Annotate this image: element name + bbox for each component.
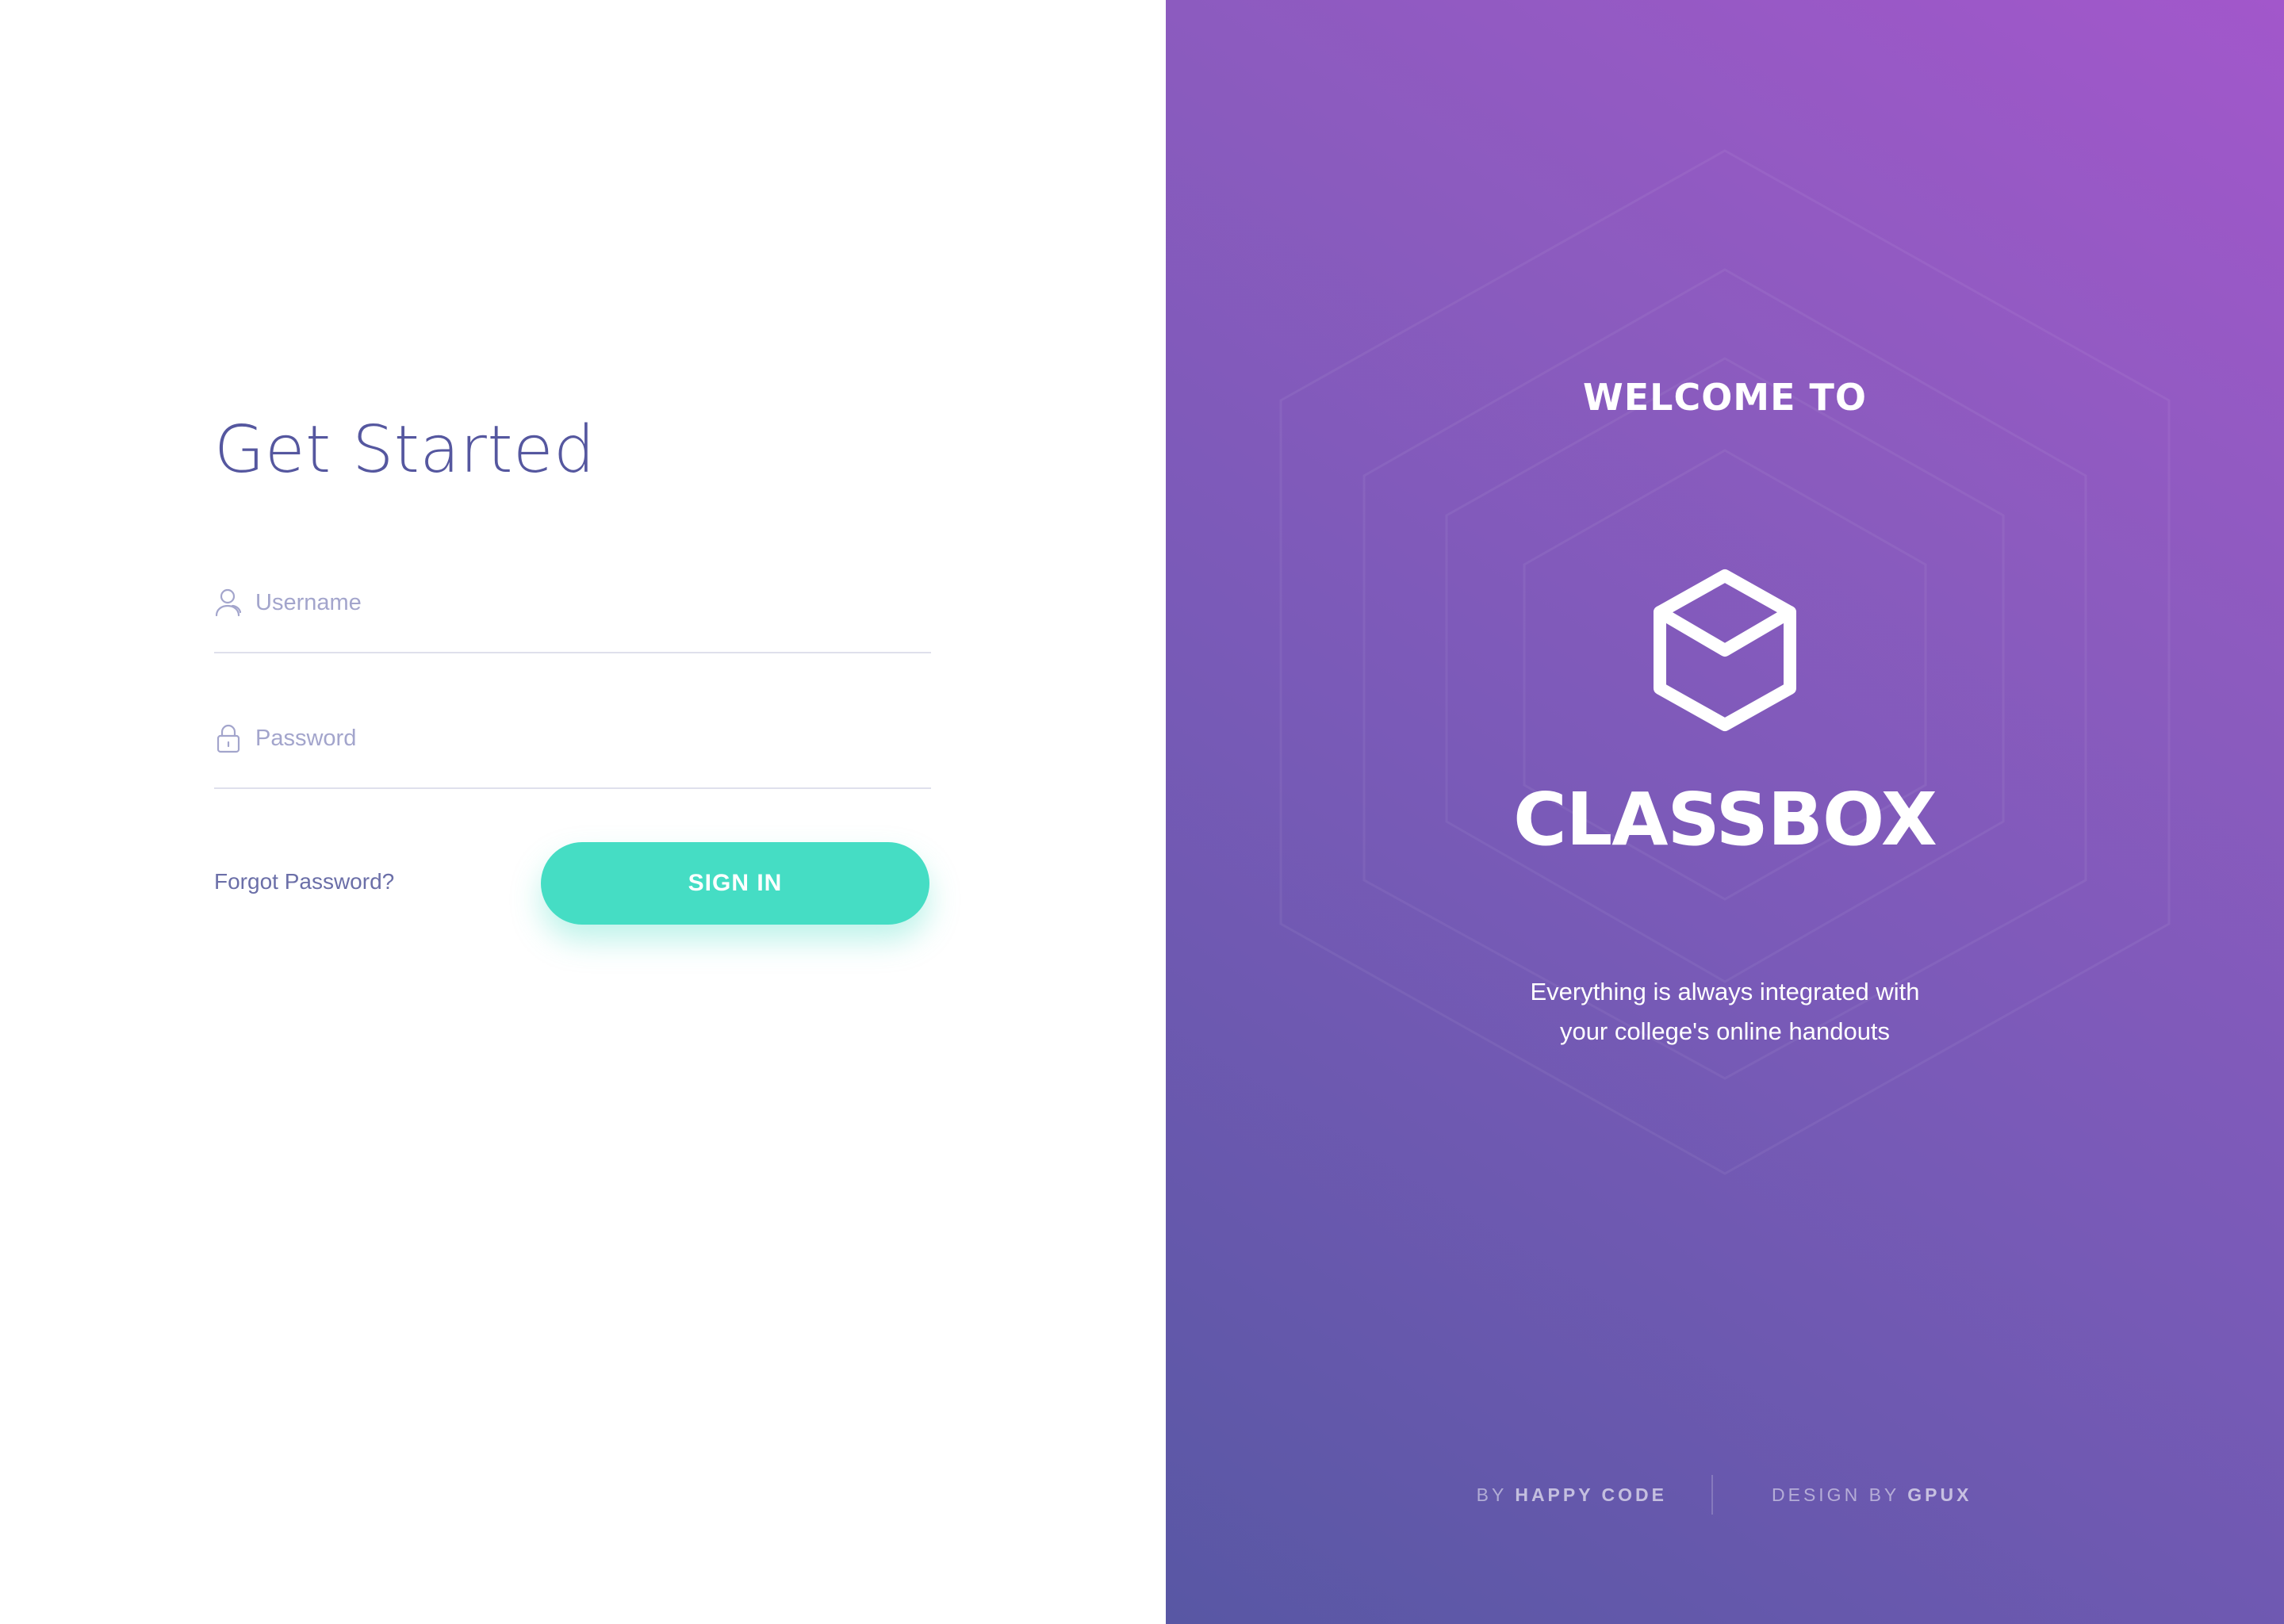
page-title: Get Started xyxy=(214,412,596,488)
password-field[interactable] xyxy=(214,716,931,789)
brand-panel: WELCOME TO CLASSBOX Everything is always… xyxy=(1166,0,2284,1624)
tagline: Everything is always integrated with you… xyxy=(1447,972,2002,1051)
sign-in-button[interactable]: SIGN IN xyxy=(541,842,929,925)
tagline-line-1: Everything is always integrated with xyxy=(1530,978,1920,1005)
lock-icon xyxy=(214,722,243,754)
footer-divider xyxy=(1711,1475,1713,1515)
designer-name: GPUX xyxy=(1907,1484,1972,1505)
welcome-heading: WELCOME TO xyxy=(1582,376,1868,419)
developer-name: HAPPY CODE xyxy=(1515,1484,1667,1505)
username-input[interactable] xyxy=(255,580,922,625)
developer-credit-prefix: BY xyxy=(1476,1484,1507,1505)
password-input[interactable] xyxy=(255,716,922,760)
login-panel: Get Started Forgot Password? SIGN IN xyxy=(0,0,1166,1624)
cube-icon xyxy=(1650,568,1799,733)
forgot-password-link[interactable]: Forgot Password? xyxy=(214,869,394,894)
footer-credits: BY HAPPY CODE DESIGN BY GPUX xyxy=(1166,1475,2284,1515)
designer-credit: DESIGN BY GPUX xyxy=(1772,1484,1972,1506)
developer-credit: BY HAPPY CODE xyxy=(1477,1484,1667,1506)
designer-credit-prefix: DESIGN BY xyxy=(1772,1484,1899,1505)
tagline-line-2: your college's online handouts xyxy=(1559,1017,1891,1045)
user-icon xyxy=(214,587,243,619)
username-field[interactable] xyxy=(214,580,931,653)
brand-logo-text: CLASSBOX xyxy=(1513,777,1937,862)
